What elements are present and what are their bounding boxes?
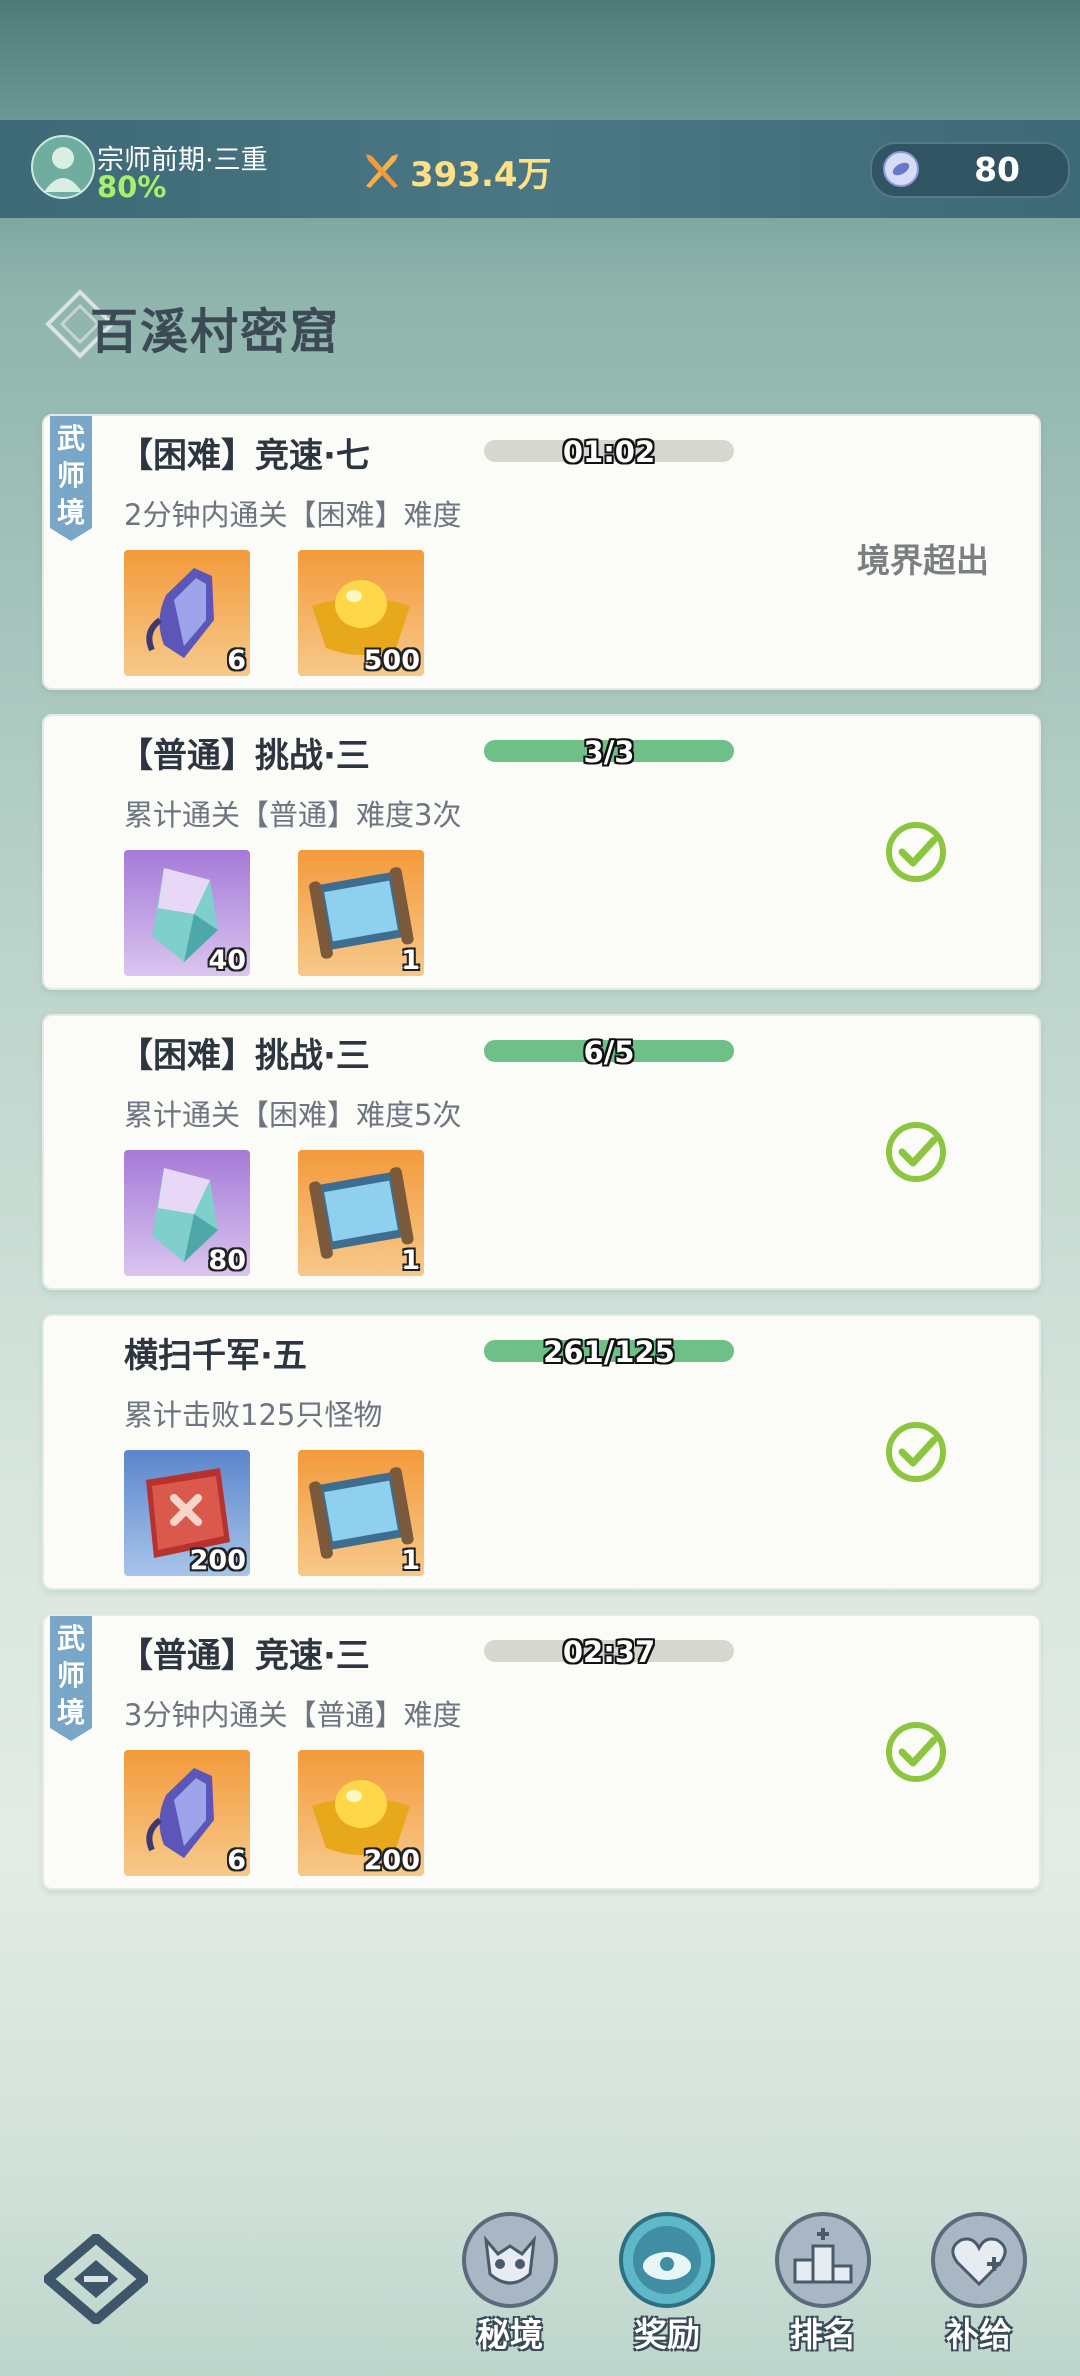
quest-status-text: 境界超出 <box>857 541 989 580</box>
game-logo-icon[interactable] <box>44 2234 148 2324</box>
quest-card: 武师境 【普通】竞速·三 02:37 3分钟内通关【普通】难度 6 200 <box>42 1614 1041 1890</box>
nav-item-ranking[interactable]: 排名 <box>768 2210 878 2370</box>
reward-count: 80 <box>208 1245 246 1276</box>
reward-item[interactable]: 1 <box>298 850 424 976</box>
completed-check-icon <box>886 1122 946 1182</box>
reward-count: 1 <box>401 1245 420 1276</box>
quest-description: 累计通关【困难】难度5次 <box>124 1098 462 1132</box>
top-status-bar: 宗师前期·三重 80% 393.4万 80 <box>0 120 1080 218</box>
nav-item-secret-realm[interactable]: 秘境 <box>455 2210 565 2370</box>
quest-title: 【困难】竞速·七 <box>119 436 370 476</box>
currency-counter[interactable]: 80 <box>870 142 1070 198</box>
reward-count: 6 <box>227 1845 246 1876</box>
quest-description: 3分钟内通关【普通】难度 <box>124 1698 462 1732</box>
reward-count: 200 <box>363 1845 420 1876</box>
player-avatar-icon[interactable] <box>30 134 96 200</box>
reward-count: 1 <box>401 1545 420 1576</box>
quest-progress-bar: 01:02 <box>484 435 734 469</box>
quest-title: 【普通】挑战·三 <box>119 736 370 776</box>
quest-progress-text: 02:37 <box>562 1635 656 1669</box>
quest-progress-bar: 02:37 <box>484 1635 734 1669</box>
ranking-podium-icon <box>775 2212 871 2308</box>
quest-title: 【困难】挑战·三 <box>119 1036 370 1076</box>
reward-item[interactable]: 200 <box>298 1750 424 1876</box>
reward-count: 500 <box>363 645 420 676</box>
combat-power-value: 393.4万 <box>410 155 552 195</box>
quest-progress-bar: 3/3 <box>484 735 734 769</box>
nav-label: 补给 <box>946 2315 1012 2354</box>
reward-count: 40 <box>208 945 246 976</box>
reward-item[interactable]: 500 <box>298 550 424 676</box>
nav-item-rewards[interactable]: 奖励 <box>612 2210 722 2370</box>
quest-description: 累计击败125只怪物 <box>124 1398 383 1432</box>
realm-badge-text: 武师境 <box>56 422 85 529</box>
completed-check-icon <box>886 822 946 882</box>
reward-item[interactable]: 40 <box>124 850 250 976</box>
quest-card: 武师境 【困难】竞速·七 01:02 2分钟内通关【困难】难度 6 500 境界… <box>42 414 1041 690</box>
reward-item[interactable]: 1 <box>298 1150 424 1276</box>
quest-description: 累计通关【普通】难度3次 <box>124 798 462 832</box>
quest-progress-text: 261/125 <box>543 1335 675 1369</box>
currency-value: 80 <box>974 150 1020 189</box>
quest-card: 横扫千军·五 261/125 累计击败125只怪物 200 1 <box>42 1314 1041 1590</box>
reward-count: 1 <box>401 945 420 976</box>
reward-item[interactable]: 1 <box>298 1450 424 1576</box>
quest-card: 【困难】挑战·三 6/5 累计通关【困难】难度5次 80 1 <box>42 1014 1041 1290</box>
realm-badge-text: 武师境 <box>56 1622 85 1729</box>
nav-label: 奖励 <box>634 2315 700 2354</box>
quest-progress-text: 6/5 <box>583 1035 635 1069</box>
quest-title: 横扫千军·五 <box>124 1336 307 1376</box>
reward-count: 6 <box>227 645 246 676</box>
rank-progress: 80% <box>97 170 167 204</box>
nav-label: 排名 <box>790 2315 856 2354</box>
spirit-orb-icon <box>883 151 919 187</box>
quest-progress-text: 01:02 <box>562 435 656 469</box>
nav-item-supply[interactable]: 补给 <box>924 2210 1034 2370</box>
supply-heart-icon <box>931 2212 1027 2308</box>
quest-description: 2分钟内通关【困难】难度 <box>124 498 462 532</box>
completed-check-icon <box>886 1722 946 1782</box>
quest-progress-bar: 6/5 <box>484 1035 734 1069</box>
reward-item[interactable]: 200 <box>124 1450 250 1576</box>
quest-card: 【普通】挑战·三 3/3 累计通关【普通】难度3次 40 1 <box>42 714 1041 990</box>
reward-chest-icon <box>619 2212 715 2308</box>
demon-mask-icon <box>462 2212 558 2308</box>
quest-progress-text: 3/3 <box>583 735 635 769</box>
combat-power-icon <box>366 154 398 188</box>
completed-check-icon <box>886 1422 946 1482</box>
quest-title: 【普通】竞速·三 <box>119 1636 370 1676</box>
page-title: 百溪村密窟 <box>90 304 341 360</box>
quest-progress-bar: 261/125 <box>484 1335 734 1369</box>
reward-item[interactable]: 6 <box>124 1750 250 1876</box>
reward-count: 200 <box>189 1545 246 1576</box>
nav-label: 秘境 <box>477 2315 543 2354</box>
reward-item[interactable]: 80 <box>124 1150 250 1276</box>
reward-item[interactable]: 6 <box>124 550 250 676</box>
